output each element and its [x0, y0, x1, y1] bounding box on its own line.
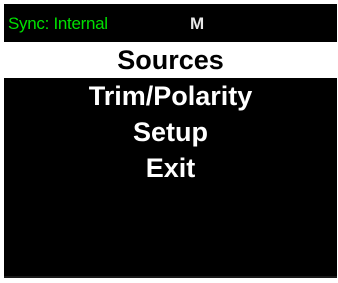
sync-status: Sync: Internal	[8, 14, 108, 33]
status-bar: Sync: Internal M	[4, 4, 337, 40]
menu-item-trim-polarity[interactable]: Trim/Polarity	[4, 78, 337, 114]
device-frame: Sync: Internal M Sources Trim/Polarity S…	[0, 0, 338, 283]
menu-item-setup[interactable]: Setup	[4, 114, 337, 150]
display-screen: Sync: Internal M Sources Trim/Polarity S…	[4, 4, 337, 278]
menu-item-exit[interactable]: Exit	[4, 150, 337, 186]
main-menu: Sources Trim/Polarity Setup Exit	[4, 42, 337, 186]
menu-item-sources[interactable]: Sources	[4, 42, 337, 78]
mode-indicator: M	[190, 14, 205, 33]
screen-bottom-divider	[4, 276, 337, 278]
